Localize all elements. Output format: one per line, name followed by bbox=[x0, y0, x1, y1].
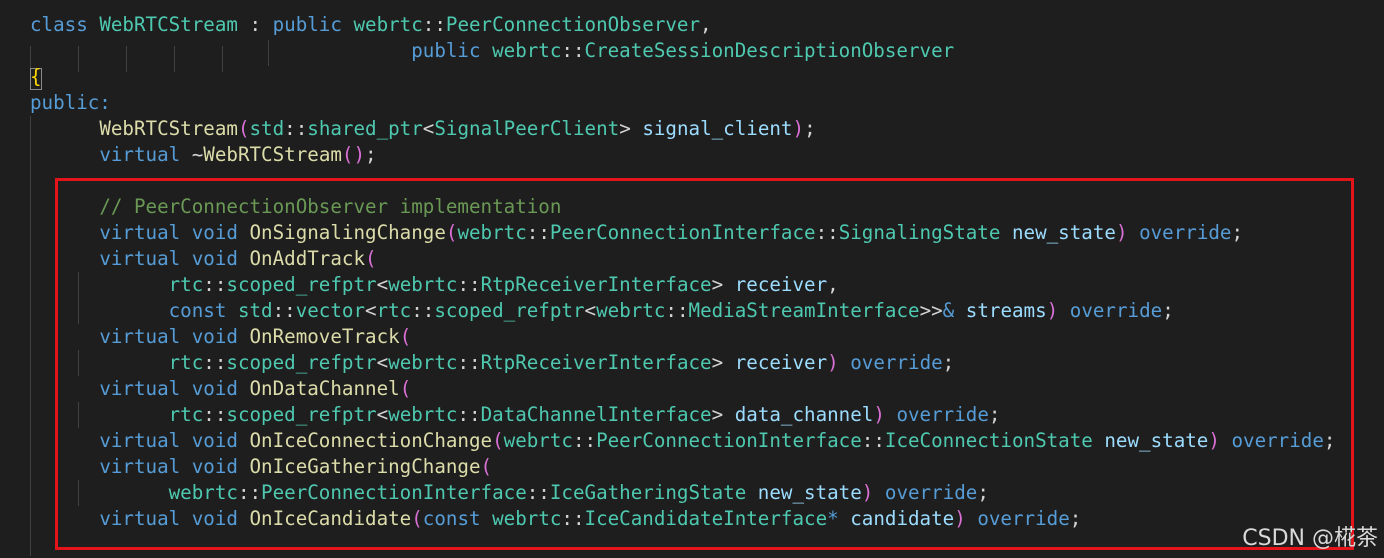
code-line[interactable]: class WebRTCStream : public webrtc::Peer… bbox=[30, 12, 712, 38]
code-token: CreateSessionDescriptionObserver bbox=[584, 39, 955, 62]
code-token: < bbox=[422, 117, 435, 140]
code-token: () bbox=[341, 143, 366, 166]
code-line[interactable]: public: bbox=[30, 90, 111, 116]
code-token: PeerConnectionObserver bbox=[445, 13, 701, 36]
code-token: virtual bbox=[99, 143, 192, 166]
code-line[interactable]: WebRTCStream(std::shared_ptr<SignalPeerC… bbox=[30, 116, 816, 142]
watermark: CSDN @椛茶 bbox=[1242, 526, 1378, 551]
code-token: public: bbox=[30, 91, 111, 114]
code-token: public bbox=[272, 13, 354, 36]
code-token: public bbox=[411, 39, 493, 62]
code-token: ; bbox=[365, 143, 377, 166]
code-token: :: bbox=[422, 13, 446, 36]
code-token: { bbox=[30, 65, 42, 88]
code-token: webrtc bbox=[353, 13, 423, 36]
code-line[interactable]: virtual ~WebRTCStream(); bbox=[30, 142, 377, 168]
code-token: WebRTCStream bbox=[99, 117, 238, 140]
annotation-highlight-box bbox=[55, 178, 1354, 550]
code-token: ( bbox=[237, 117, 250, 140]
code-token: class bbox=[30, 13, 100, 36]
code-token: SignalPeerClient bbox=[434, 117, 620, 140]
code-token: ~ bbox=[191, 143, 204, 166]
code-editor[interactable]: class WebRTCStream : public webrtc::Peer… bbox=[0, 0, 1384, 558]
code-token: WebRTCStream bbox=[99, 13, 238, 36]
code-token: :: bbox=[284, 117, 308, 140]
code-token: : bbox=[237, 13, 273, 36]
code-token: ; bbox=[804, 117, 816, 140]
code-token: webrtc bbox=[492, 39, 562, 62]
code-token: :: bbox=[561, 39, 585, 62]
code-token: > bbox=[619, 117, 643, 140]
code-token: signal_client bbox=[642, 117, 793, 140]
code-line[interactable]: { bbox=[30, 64, 42, 90]
code-token: ) bbox=[792, 117, 805, 140]
code-token: , bbox=[700, 13, 712, 36]
code-token: WebRTCStream bbox=[203, 143, 342, 166]
code-token: std bbox=[249, 117, 285, 140]
code-line[interactable]: public webrtc::CreateSessionDescriptionO… bbox=[30, 38, 954, 64]
code-token: shared_ptr bbox=[307, 117, 423, 140]
